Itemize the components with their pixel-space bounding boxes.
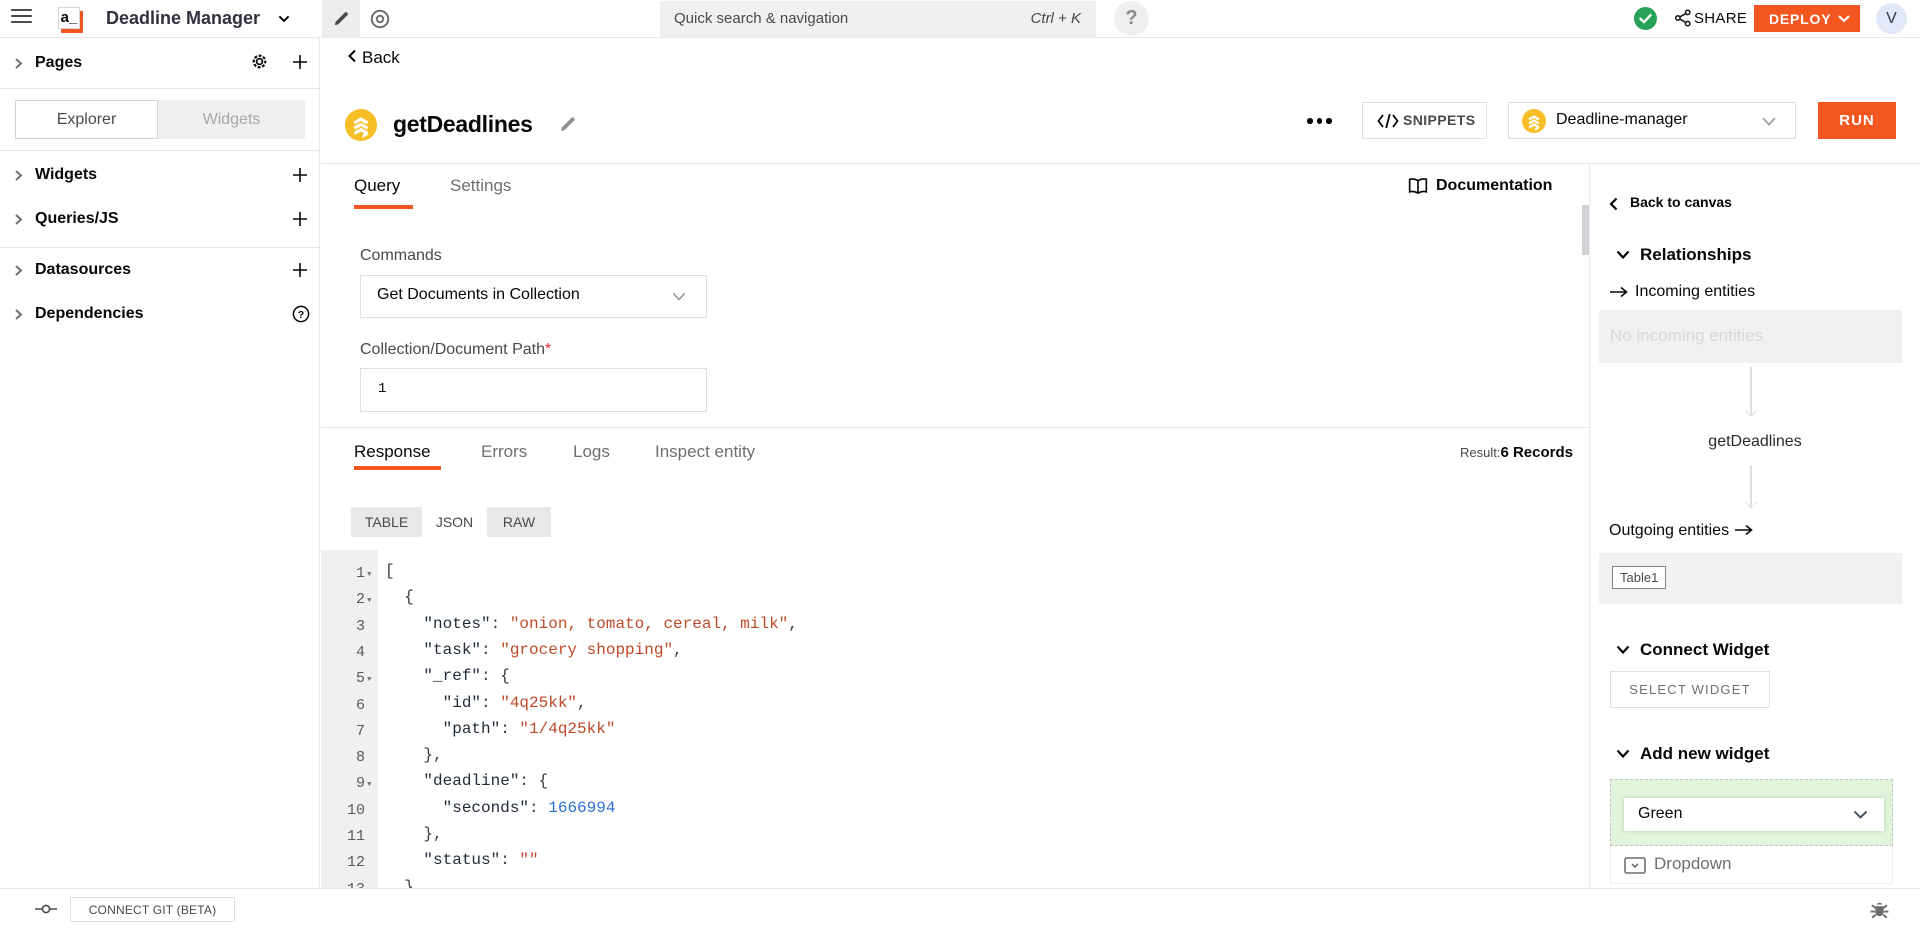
svg-text:?: ? [298,309,304,321]
